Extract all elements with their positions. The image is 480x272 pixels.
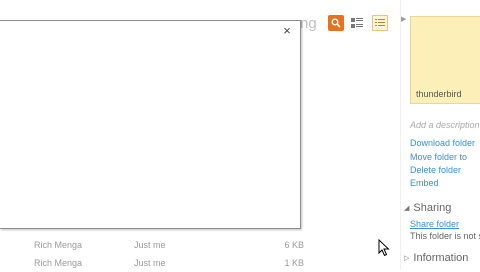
folder-name: thunderbird [416,89,462,99]
details-view-icon [351,18,363,28]
embed-link[interactable]: Embed [410,178,439,188]
delete-folder-link[interactable]: Delete folder [410,165,461,175]
folder-thumbnail[interactable]: thunderbird [410,16,480,104]
download-folder-link[interactable]: Download folder [410,138,475,148]
collapsed-triangle-icon: ▷ [404,255,410,262]
information-section-header[interactable]: ▷ Information [404,252,468,264]
search-icon [331,18,341,28]
file-owner: Rich Menga [34,258,83,268]
search-input[interactable]: ng [300,14,322,34]
expanded-triangle-icon: ◢ [404,205,410,212]
list-view-icon [375,19,385,26]
add-description-field[interactable]: Add a description [410,120,480,130]
pane-toggle-icon[interactable]: ▶ [401,16,407,24]
search-button[interactable] [328,15,344,31]
move-folder-link[interactable]: Move folder to [410,152,467,162]
list-view-button[interactable] [372,15,388,31]
file-size: 6 KB [284,240,304,250]
share-folder-link[interactable]: Share folder [410,219,459,229]
dialog: × [0,20,301,229]
sharing-heading: Sharing [413,202,452,214]
file-size: 1 KB [284,258,304,268]
sharing-section-header[interactable]: ◢ Sharing [404,202,451,214]
sharing-status-text: This folder is not sh [410,231,480,241]
file-owner: Rich Menga [34,240,83,250]
information-heading: Information [413,252,469,264]
close-icon[interactable]: × [280,24,294,38]
file-modified: Just me [134,258,166,268]
mouse-cursor-icon [378,239,390,257]
details-view-button[interactable] [350,16,364,30]
file-modified: Just me [134,240,166,250]
list-item[interactable]: Rich Menga Just me 6 KB [0,236,400,254]
list-item[interactable]: Rich Menga Just me 1 KB [0,254,400,272]
details-pane: thunderbird Add a description Download f… [401,0,480,270]
